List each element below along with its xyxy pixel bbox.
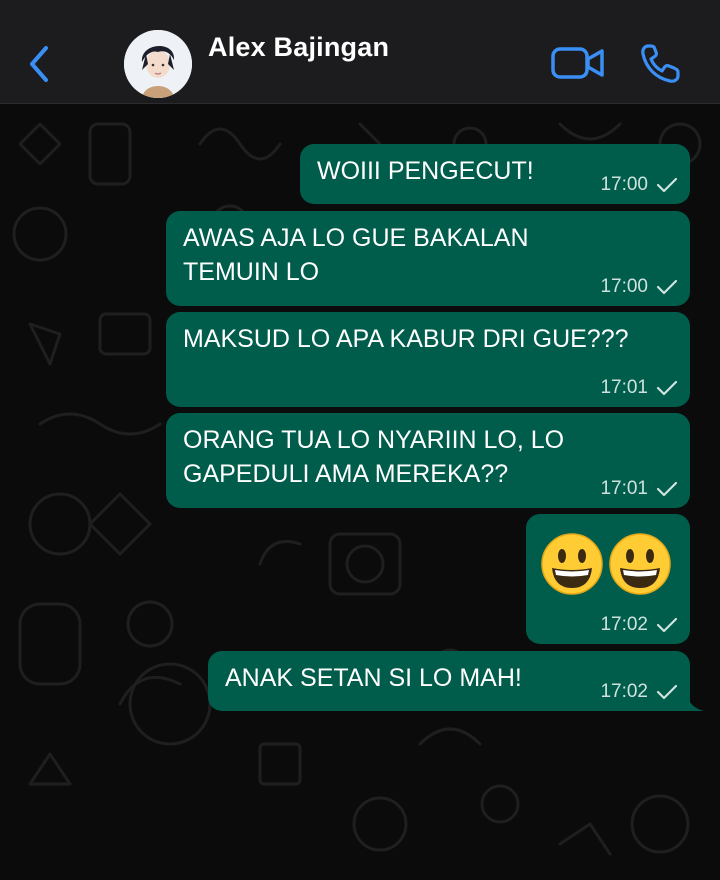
video-call-icon[interactable] xyxy=(550,44,606,82)
chat-header: Alex Bajingan xyxy=(0,0,720,104)
sent-check-icon xyxy=(656,177,678,193)
message-bubble[interactable]: ANAK SETAN SI LO MAH! 17:02 xyxy=(208,651,704,711)
message-time: 17:00 xyxy=(600,276,648,297)
message-text: WOIII PENGECUT! xyxy=(317,157,534,185)
grinning-face-emoji xyxy=(609,533,671,595)
message-time: 17:02 xyxy=(600,614,648,635)
message-text: ANAK SETAN SI LO MAH! xyxy=(225,664,522,692)
message-meta: 17:00 xyxy=(600,276,678,298)
message-bubble-emoji[interactable]: 17:02 xyxy=(526,514,690,644)
bubble-tail xyxy=(686,691,704,711)
message-time: 17:02 xyxy=(600,681,648,702)
message-time: 17:01 xyxy=(600,377,648,398)
message-meta: 17:02 xyxy=(600,614,678,636)
message-time: 17:01 xyxy=(600,478,648,499)
sent-check-icon xyxy=(656,617,678,633)
message-bubble[interactable]: AWAS AJA LO GUE BAKALAN TEMUIN LO 17:00 xyxy=(166,211,690,306)
sent-check-icon xyxy=(656,481,678,497)
contact-name[interactable]: Alex Bajingan xyxy=(208,32,389,63)
chat-area[interactable]: WOIII PENGECUT! 17:00 AWAS AJA LO GUE BA… xyxy=(0,104,720,880)
grinning-face-emoji xyxy=(541,533,603,595)
message-meta: 17:01 xyxy=(600,377,678,399)
avatar-illustration xyxy=(124,30,192,98)
sent-check-icon xyxy=(656,279,678,295)
message-bubble[interactable]: ORANG TUA LO NYARIIN LO, LO GAPEDULI AMA… xyxy=(166,413,690,508)
avatar[interactable] xyxy=(124,30,192,98)
back-chevron-icon[interactable] xyxy=(22,42,56,86)
sent-check-icon xyxy=(656,380,678,396)
message-meta: 17:01 xyxy=(600,478,678,500)
message-bubble[interactable]: WOIII PENGECUT! 17:00 xyxy=(300,144,690,204)
message-text: AWAS AJA LO GUE BAKALAN TEMUIN LO xyxy=(183,224,529,286)
voice-call-icon[interactable] xyxy=(638,42,682,86)
message-time: 17:00 xyxy=(600,174,648,195)
message-text: MAKSUD LO APA KABUR DRI GUE??? xyxy=(183,325,629,353)
message-meta: 17:02 xyxy=(600,681,678,703)
message-meta: 17:00 xyxy=(600,174,678,196)
message-bubble[interactable]: MAKSUD LO APA KABUR DRI GUE??? 17:01 xyxy=(166,312,690,407)
sent-check-icon xyxy=(656,684,678,700)
message-text: ORANG TUA LO NYARIIN LO, LO GAPEDULI AMA… xyxy=(183,426,565,488)
